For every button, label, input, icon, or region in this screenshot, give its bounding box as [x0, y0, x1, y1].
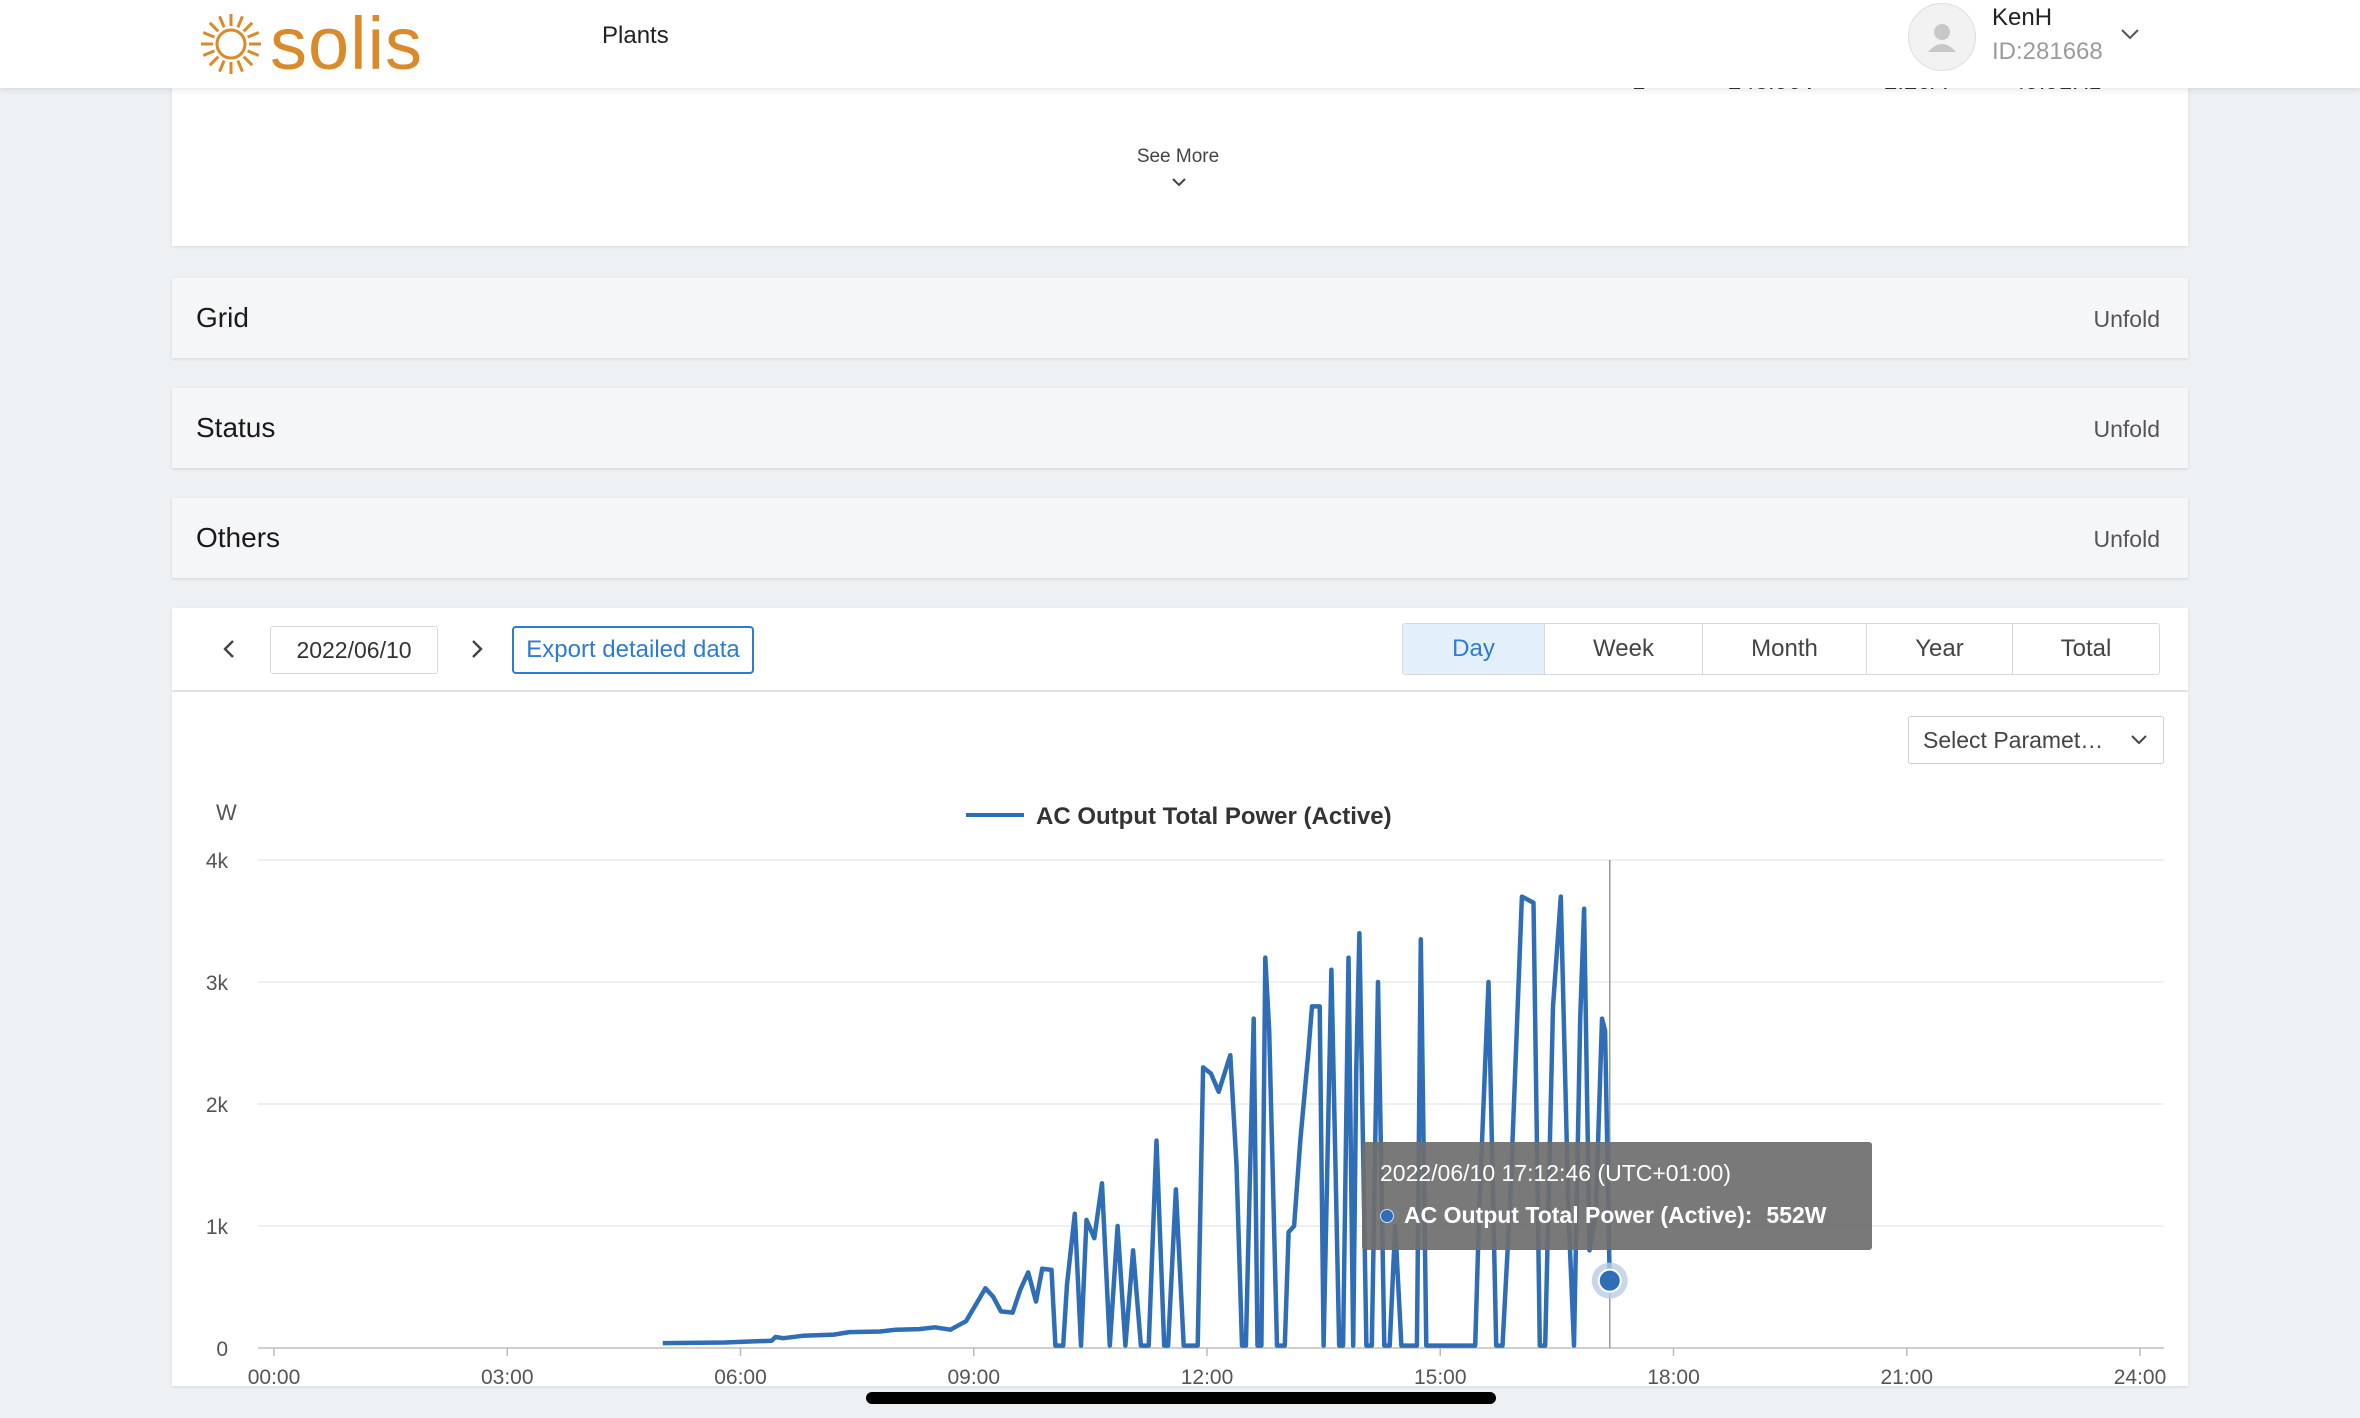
section-grid-unfold-link[interactable]: Unfold [2094, 306, 2160, 333]
period-month-button[interactable]: Month [1703, 624, 1867, 674]
nav-plants-link[interactable]: Plants [602, 22, 669, 50]
section-others-title: Others [196, 522, 281, 553]
home-indicator-bar [866, 1392, 1496, 1404]
section-grid-title: Grid [196, 302, 249, 333]
period-selector: Day Week Month Year Total [1402, 623, 2160, 675]
see-more-link[interactable]: See More [1130, 146, 1226, 168]
select-parameter-value: Select Paramet… [1923, 726, 2104, 753]
section-status-unfold-link[interactable]: Unfold [2094, 416, 2160, 443]
tooltip-time: 2022/06/10 17:12:46 (UTC+01:00) [1380, 1160, 1731, 1186]
section-status[interactable]: Status Unfold [172, 388, 2188, 468]
power-chart-card [172, 692, 2188, 1386]
top-navigation-bar: solis Plants KenH ID:281668 [0, 0, 2360, 88]
section-status-title: Status [196, 412, 276, 443]
user-name: KenH [1992, 4, 2053, 31]
chevron-right-icon [472, 640, 483, 658]
section-others[interactable]: Others Unfold [172, 498, 2188, 578]
chart-tooltip: 2022/06/10 17:12:46 (UTC+01:00) AC Outpu… [1362, 1142, 1872, 1250]
period-total-button[interactable]: Total [2013, 624, 2159, 674]
period-day-button[interactable]: Day [1403, 624, 1545, 674]
tooltip-separator: : [1744, 1202, 1753, 1228]
next-date-button[interactable] [460, 632, 494, 666]
chevron-down-icon[interactable] [1171, 176, 1187, 188]
sun-logo-icon [201, 14, 261, 74]
user-id: ID:281668 [1992, 38, 2103, 65]
tooltip-series-name: AC Output Total Power (Active) [1404, 1202, 1745, 1228]
previous-date-button[interactable] [212, 632, 246, 666]
export-detailed-data-button[interactable]: Export detailed data [512, 626, 754, 674]
date-picker-input[interactable]: 2022/06/10 [270, 626, 438, 674]
select-parameter-dropdown[interactable]: Select Paramet… [1908, 716, 2164, 764]
user-menu-chevron-down-icon[interactable] [2118, 24, 2142, 44]
user-avatar[interactable] [1908, 3, 1976, 71]
period-week-button[interactable]: Week [1545, 624, 1703, 674]
section-grid[interactable]: Grid Unfold [172, 278, 2188, 358]
period-year-button[interactable]: Year [1867, 624, 2013, 674]
solis-logo[interactable]: solis [198, 6, 423, 82]
brand-name: solis [270, 2, 424, 85]
chevron-left-icon [223, 640, 234, 658]
tooltip-value: 552W [1766, 1202, 1827, 1228]
tooltip-series-dot [1380, 1208, 1394, 1223]
user-silhouette-icon [1928, 24, 1956, 52]
chevron-down-icon [2131, 735, 2147, 745]
section-others-unfold-link[interactable]: Unfold [2094, 526, 2160, 553]
chart-toolbar: 2022/06/10 Export detailed data Day Week… [172, 608, 2188, 690]
tooltip-series-row: AC Output Total Power (Active) : 552W [1380, 1202, 1827, 1229]
